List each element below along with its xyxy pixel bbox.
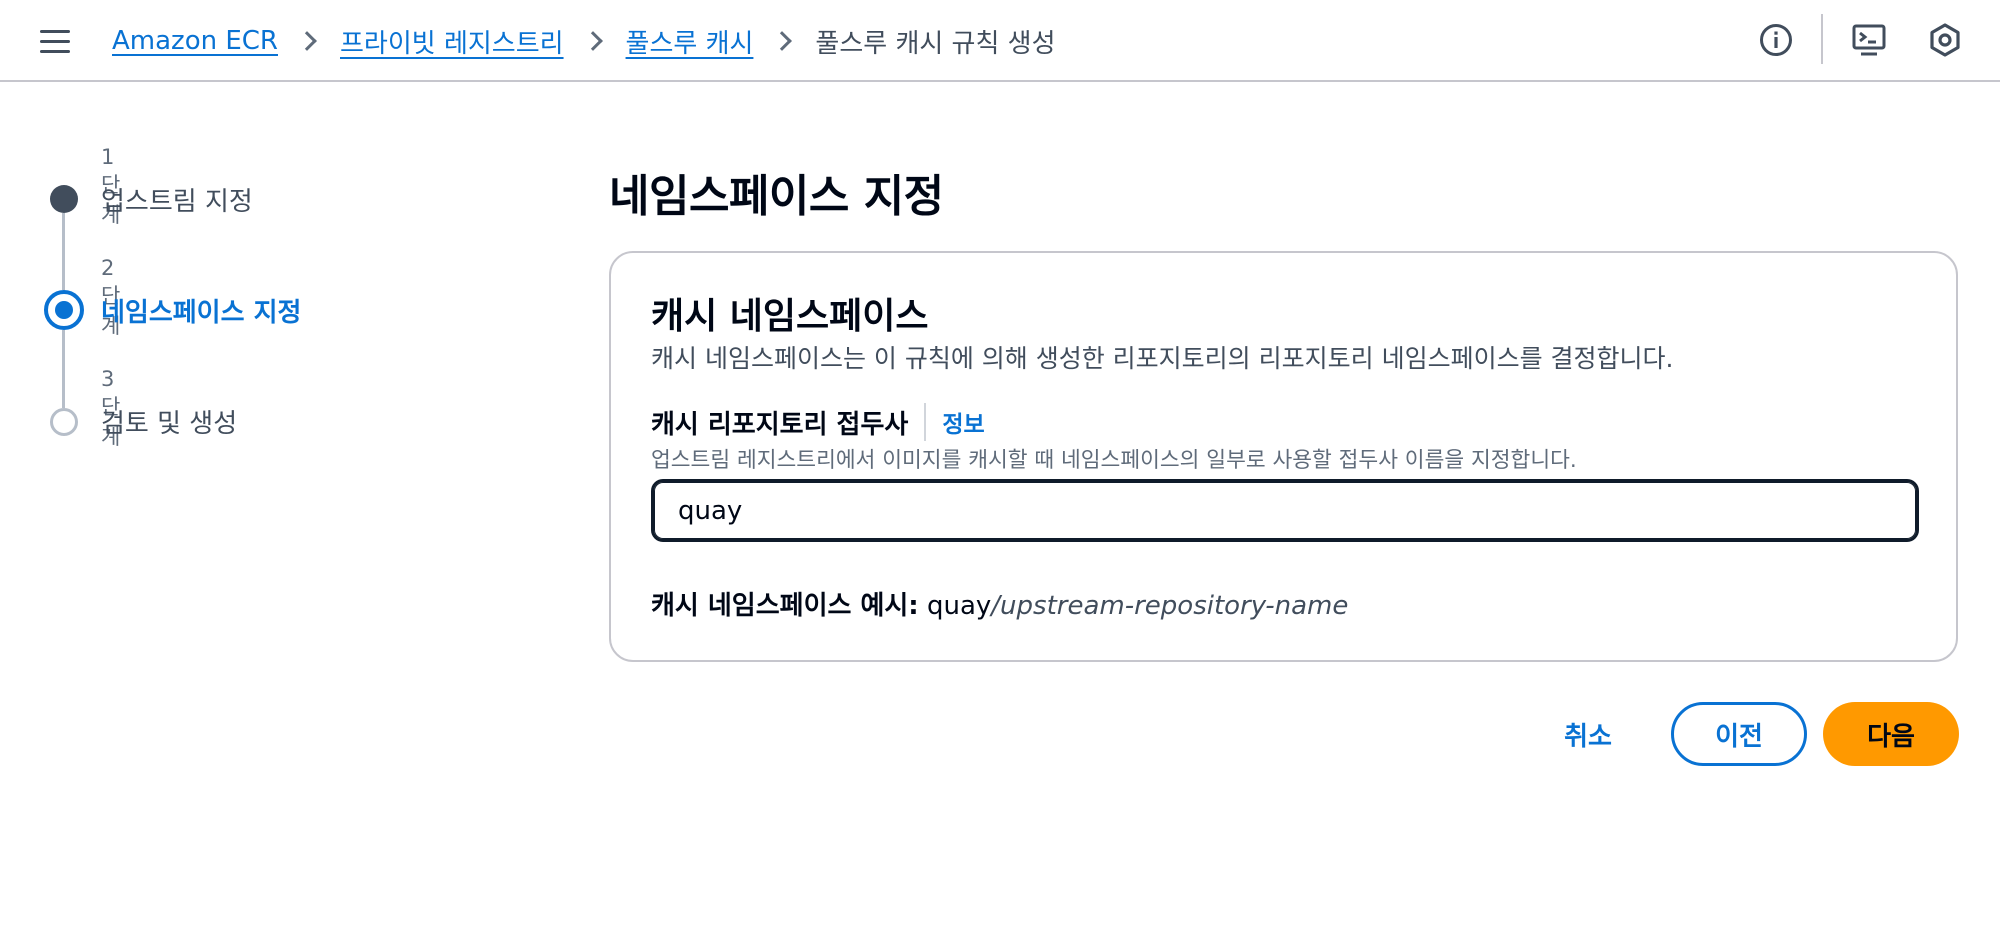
breadcrumb-current: 풀스루 캐시 규칙 생성 [815, 28, 1056, 59]
repository-prefix-input[interactable] [651, 479, 1919, 542]
card-description: 캐시 네임스페이스는 이 규칙에 의해 생성한 리포지토리의 리포지토리 네임스… [651, 344, 1674, 373]
step-active-icon [44, 290, 84, 330]
step-connector [62, 213, 65, 290]
label-divider [924, 403, 927, 441]
field-label: 캐시 리포지토리 접두사 [651, 409, 909, 440]
example-prefix: quay [926, 591, 992, 621]
breadcrumb-link-private-registry[interactable]: 프라이빗 레지스트리 [340, 23, 564, 60]
step-connector [62, 330, 65, 408]
cache-namespace-card: 캐시 네임스페이스 캐시 네임스페이스는 이 규칙에 의해 생성한 리포지토리의… [609, 251, 1958, 662]
header-divider [1821, 14, 1823, 64]
breadcrumb-link-amazon-ecr[interactable]: Amazon ECR [112, 26, 278, 56]
card-title: 캐시 네임스페이스 [651, 296, 929, 337]
cancel-button[interactable]: 취소 [1538, 702, 1638, 766]
page-title: 네임스페이스 지정 [609, 171, 944, 222]
chevron-right-icon [582, 31, 603, 51]
breadcrumb: Amazon ECR 프라이빗 레지스트리 풀스루 캐시 풀스루 캐시 규칙 생… [112, 20, 1056, 62]
next-button[interactable]: 다음 [1823, 702, 1959, 766]
step-2-title: 네임스페이스 지정 [101, 298, 302, 328]
field-label-row: 캐시 리포지토리 접두사 정보 [651, 403, 985, 441]
example-suffix: /upstream-repository-name [991, 591, 1349, 621]
top-navigation-bar: Amazon ECR 프라이빗 레지스트리 풀스루 캐시 풀스루 캐시 규칙 생… [0, 0, 2000, 82]
step-1-title[interactable]: 업스트림 지정 [101, 181, 253, 218]
chevron-right-icon [297, 31, 317, 51]
breadcrumb-link-pull-through-cache[interactable]: 풀스루 캐시 [626, 23, 754, 60]
cloudshell-icon[interactable] [1851, 22, 1887, 58]
namespace-example: 캐시 네임스페이스 예시: quay/upstream-repository-n… [651, 585, 1348, 622]
step-pending-icon [50, 408, 78, 436]
example-label: 캐시 네임스페이스 예시: [651, 591, 919, 621]
step-completed-icon [50, 185, 78, 213]
settings-icon[interactable] [1927, 22, 1963, 58]
hamburger-menu-icon[interactable] [40, 22, 78, 60]
previous-button[interactable]: 이전 [1671, 702, 1807, 766]
field-description: 업스트림 레지스트리에서 이미지를 캐시할 때 네임스페이스의 일부로 사용할 … [651, 448, 1577, 473]
info-icon[interactable] [1758, 22, 1794, 58]
info-link[interactable]: 정보 [942, 405, 984, 439]
chevron-right-icon [772, 31, 793, 51]
step-3-title: 검토 및 생성 [101, 409, 238, 439]
